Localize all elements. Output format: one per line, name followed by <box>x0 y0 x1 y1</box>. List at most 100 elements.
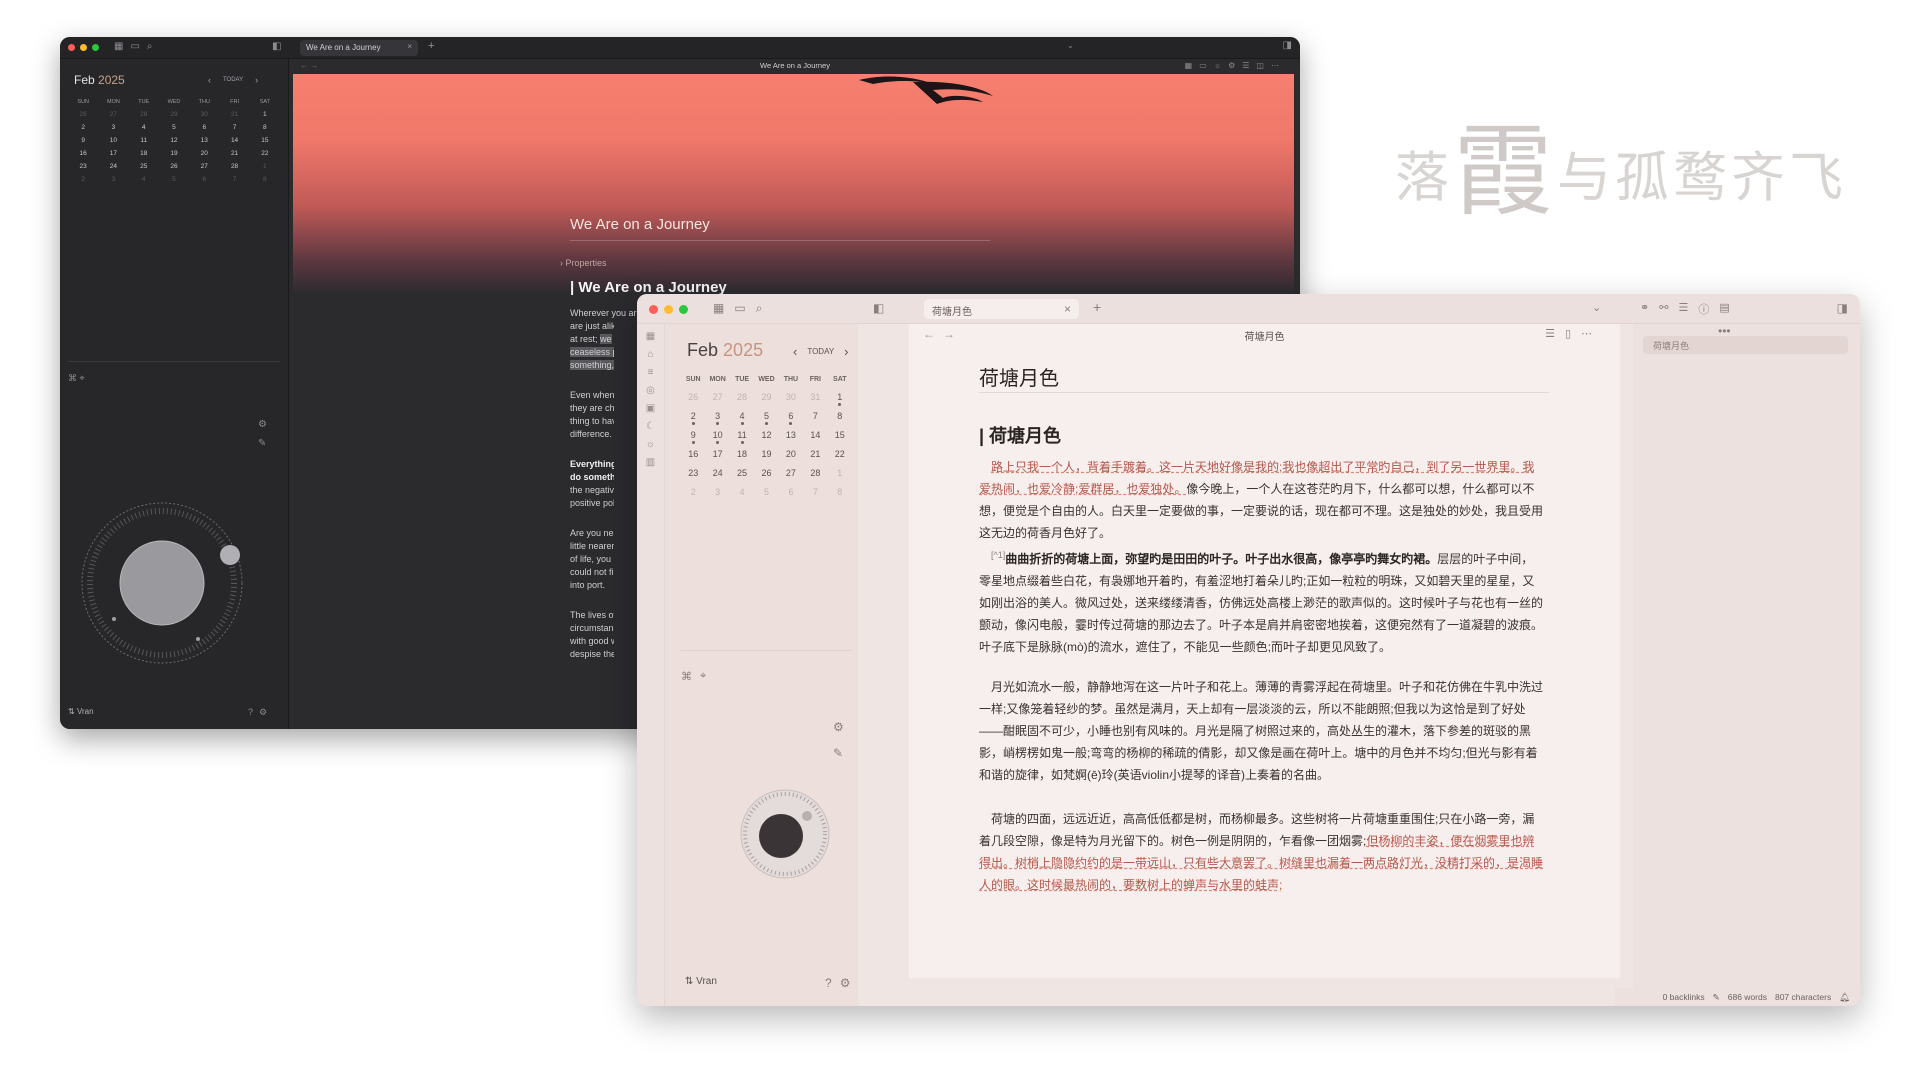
vault-name[interactable]: ⇅ Vran <box>685 976 717 987</box>
info-icon[interactable]: ⓘ <box>1698 301 1709 317</box>
close-tab-icon[interactable]: × <box>1064 302 1071 316</box>
more-options-icon[interactable]: ⋯ <box>1581 328 1602 340</box>
sun-icon[interactable]: ☼ <box>637 439 664 450</box>
search-icon[interactable]: ⌕ <box>147 41 153 52</box>
calendar-day[interactable]: 8 <box>250 124 280 131</box>
calendar-day[interactable]: 3 <box>98 124 128 131</box>
calendar-day[interactable]: 11 <box>730 430 754 444</box>
settings-icon[interactable]: ⚙ <box>258 419 267 430</box>
backlinks-count[interactable]: 0 backlinks <box>1663 992 1705 1002</box>
calendar-day[interactable]: 29 <box>159 111 189 118</box>
calendar-day[interactable]: 9 <box>681 430 705 444</box>
calendar-day[interactable]: 21 <box>219 150 249 157</box>
calendar-day[interactable]: 17 <box>705 449 729 459</box>
prev-month-icon[interactable]: ‹ <box>208 75 211 85</box>
calendar-day[interactable]: 5 <box>754 411 778 425</box>
outline-icon[interactable]: ☰ <box>1678 301 1688 317</box>
today-button[interactable]: TODAY <box>223 77 243 83</box>
minimize-button[interactable] <box>80 44 87 51</box>
home-icon[interactable]: ⌂ <box>637 349 664 360</box>
calendar-day[interactable]: 10 <box>705 430 729 444</box>
help-icon[interactable]: ? <box>825 976 832 990</box>
calendar-day[interactable]: 3 <box>98 176 128 183</box>
zoom-button[interactable] <box>679 305 688 314</box>
tab-lotus[interactable]: 荷塘月色 × <box>924 299 1079 319</box>
moon-icon[interactable]: ☾ <box>637 421 664 432</box>
calendar-day[interactable]: 7 <box>219 176 249 183</box>
calendar-day[interactable]: 24 <box>705 468 729 478</box>
bell-icon[interactable]: 🔔︎ <box>1839 992 1850 1003</box>
magic-wand-icon[interactable]: ✎ <box>833 746 844 760</box>
calendar-day[interactable]: 30 <box>779 392 803 402</box>
calendar-day[interactable]: 29 <box>754 392 778 402</box>
right-sidebar-toggle-icon[interactable]: ◨ <box>1837 301 1848 315</box>
calendar-day[interactable]: 13 <box>779 430 803 440</box>
calendar-day[interactable]: 8 <box>828 411 852 421</box>
calendar-day[interactable]: 28 <box>219 163 249 170</box>
calendar-day[interactable]: 7 <box>219 124 249 131</box>
next-month-icon[interactable]: › <box>844 344 848 359</box>
calendar-day[interactable]: 26 <box>681 392 705 402</box>
calendar-day[interactable]: 3 <box>705 487 729 497</box>
minimize-button[interactable] <box>664 305 673 314</box>
close-button[interactable] <box>649 305 658 314</box>
calendar-day[interactable]: 5 <box>159 124 189 131</box>
calendar-day[interactable]: 10 <box>98 137 128 144</box>
vault-name[interactable]: ⇅ Vran <box>68 707 94 716</box>
calendar-day[interactable]: 13 <box>189 137 219 144</box>
calendar-day[interactable]: 3 <box>705 411 729 425</box>
target-icon[interactable]: ◎ <box>637 385 664 396</box>
settings-icon[interactable]: ⚙ <box>259 707 267 718</box>
calendar-day[interactable]: 4 <box>129 124 159 131</box>
reading-view-icon[interactable]: ▯ <box>1565 328 1581 340</box>
close-button[interactable] <box>68 44 75 51</box>
calendar-day[interactable]: 16 <box>681 449 705 459</box>
calendar-day[interactable]: 12 <box>159 137 189 144</box>
calendar-day[interactable]: 26 <box>754 468 778 478</box>
calendar-day[interactable]: 4 <box>730 487 754 497</box>
calendar-day[interactable]: 20 <box>779 449 803 459</box>
calendar-day[interactable]: 6 <box>779 487 803 497</box>
calendar-day[interactable]: 26 <box>159 163 189 170</box>
calendar-day[interactable]: 6 <box>189 124 219 131</box>
label-icon[interactable]: ⌖ <box>700 670 706 683</box>
calendar-day[interactable]: 30 <box>189 111 219 118</box>
calendar-day[interactable]: 5 <box>159 176 189 183</box>
prev-month-icon[interactable]: ‹ <box>793 344 797 359</box>
calendar-day[interactable]: 31 <box>219 111 249 118</box>
calendar-day[interactable]: 1 <box>828 468 852 478</box>
calendar-day[interactable]: 28 <box>129 111 159 118</box>
tag-icon[interactable]: ⌘ <box>68 373 77 383</box>
calendar-day[interactable]: 15 <box>828 430 852 440</box>
sidebar-toggle-icon[interactable]: ◧ <box>873 301 884 315</box>
close-tab-icon[interactable]: × <box>407 42 412 51</box>
tab-journey[interactable]: We Are on a Journey × <box>300 40 418 56</box>
calendar-day[interactable]: 15 <box>250 137 280 144</box>
calendar-day[interactable]: 27 <box>705 392 729 402</box>
calendar-day[interactable]: 6 <box>189 176 219 183</box>
tag-icon[interactable]: ⌘ <box>681 670 692 683</box>
calendar-day[interactable]: 16 <box>68 150 98 157</box>
calendar-day[interactable]: 22 <box>828 449 852 459</box>
footnote-ref[interactable]: [^1] <box>991 550 1005 560</box>
label-icon[interactable]: ⌖ <box>80 373 85 383</box>
calendar-icon[interactable]: ▦ <box>713 301 724 316</box>
calendar-day[interactable]: 26 <box>68 111 98 118</box>
calendar-day[interactable]: 4 <box>129 176 159 183</box>
calendar-day[interactable]: 2 <box>68 176 98 183</box>
right-sidebar-toggle-icon[interactable]: ◨ <box>1283 40 1292 51</box>
list-view-icon[interactable]: ☰ <box>1545 328 1565 340</box>
calendar-day[interactable]: 1 <box>828 392 852 406</box>
today-button[interactable]: TODAY <box>807 347 834 356</box>
calendar-day[interactable]: 5 <box>754 487 778 497</box>
calendar-day[interactable]: 27 <box>779 468 803 478</box>
calendar-day[interactable]: 28 <box>803 468 827 478</box>
calendar-day[interactable]: 21 <box>803 449 827 459</box>
help-icon[interactable]: ? <box>248 707 253 718</box>
calendar-day[interactable]: 18 <box>730 449 754 459</box>
list-icon[interactable]: ≡ <box>637 367 664 378</box>
calendar-day[interactable]: 12 <box>754 430 778 440</box>
calendar-day[interactable]: 4 <box>730 411 754 425</box>
calendar-day[interactable]: 27 <box>98 111 128 118</box>
settings-icon[interactable]: ⚙ <box>840 976 851 990</box>
